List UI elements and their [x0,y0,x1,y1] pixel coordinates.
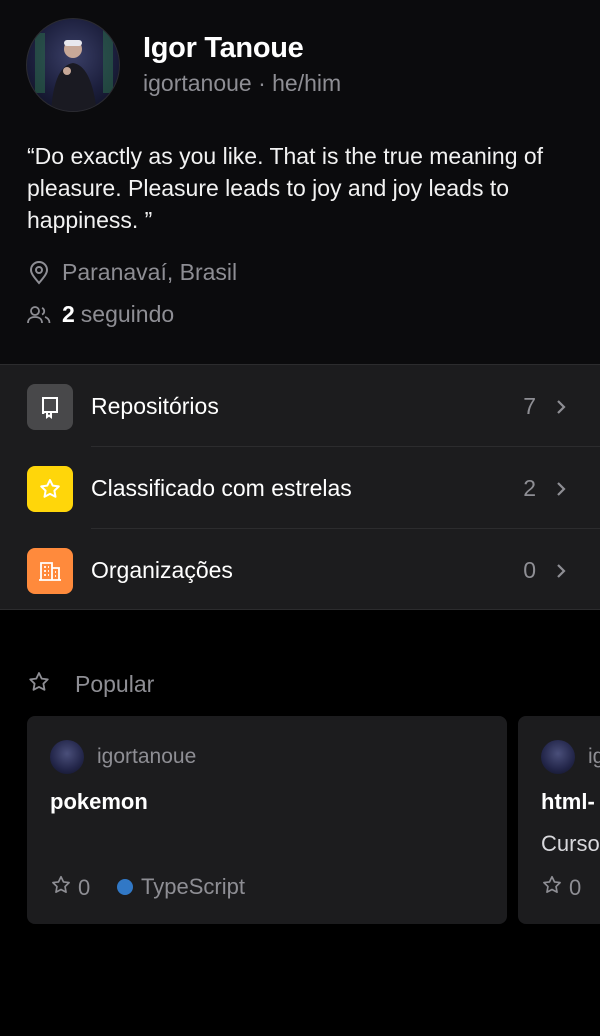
following-count: 2 [62,301,75,327]
chevron-right-icon [555,562,567,580]
repo-icon [27,384,73,430]
profile-following[interactable]: 2 seguindo [27,301,174,328]
language-dot [117,879,133,895]
repo-card[interactable]: igortanoue pokemon 0 TypeScript [27,716,507,924]
repo-name: pokemon [50,789,148,814]
following-label: seguindo [80,301,175,327]
owner-avatar [50,740,84,774]
organization-icon [27,548,73,594]
repo-owner: igortanoue [97,745,197,768]
profile-header: Igor Tanoue igortanoue · he/him “Do exac… [0,0,600,364]
repo-description: Curso [541,831,600,856]
profile-handle: igortanoue · he/him [143,70,342,96]
star-outline-icon [50,874,72,902]
profile-bio: “Do exactly as you like. That is the tru… [27,143,544,233]
location-pin-icon [27,260,51,285]
repo-name: html- [541,789,595,814]
menu-item-label: Classificado com estrelas [91,475,352,501]
menu-item-count: 0 [523,557,536,583]
profile-screen: Igor Tanoue igortanoue · he/him “Do exac… [0,0,600,1036]
repo-language-label: TypeScript [141,874,245,899]
profile-name: Igor Tanoue [143,32,304,64]
menu-item-label: Repositórios [91,393,219,419]
repo-owner: ig [588,745,600,768]
popular-header: Popular [27,670,154,699]
location-text: Paranavaí, Brasil [62,259,238,285]
people-icon [27,303,51,327]
menu-item-count: 2 [523,475,536,501]
repo-card[interactable]: ig html- Curso 0 [518,716,600,924]
star-outline-icon [541,874,563,902]
star-outline-icon [27,670,51,699]
owner-avatar [541,740,575,774]
menu-item-starred[interactable]: Classificado com estrelas 2 [0,447,600,529]
repo-stars: 0 [541,874,581,902]
menu-item-label: Organizações [91,557,233,583]
repo-stars-count: 0 [78,875,91,900]
profile-avatar[interactable] [26,18,120,112]
menu-item-organizations[interactable]: Organizações 0 [0,529,600,611]
repo-stars: 0 [50,874,90,902]
chevron-right-icon [555,398,567,416]
chevron-right-icon [555,480,567,498]
popular-label: Popular [75,671,155,697]
menu-item-repositories[interactable]: Repositórios 7 [0,365,600,447]
star-icon [27,466,73,512]
profile-menu: Repositórios 7 Classificado com estrelas… [0,364,600,610]
repo-language: TypeScript [117,874,245,900]
repo-stars-count: 0 [569,875,582,900]
menu-item-count: 7 [523,393,536,419]
profile-location: Paranavaí, Brasil [27,259,237,286]
